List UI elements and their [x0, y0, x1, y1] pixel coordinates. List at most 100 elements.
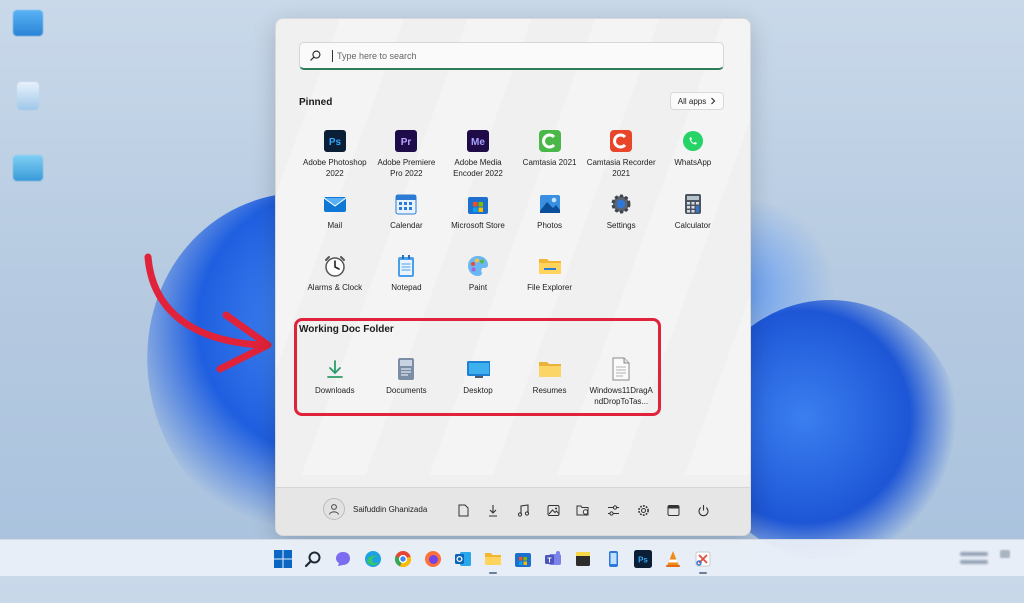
mail-icon — [323, 192, 347, 216]
taskbar-phone-button[interactable] — [600, 546, 626, 572]
search-box[interactable] — [299, 42, 724, 70]
taskbar-chrome-button[interactable] — [390, 546, 416, 572]
file-explorer-icon — [538, 254, 562, 278]
folder-item-downloads[interactable]: Downloads — [299, 357, 371, 407]
chat-icon — [336, 552, 350, 566]
app-label: Microsoft Store — [451, 220, 505, 230]
app-label: Notepad — [391, 283, 422, 292]
photoshop-icon: Ps — [323, 129, 347, 153]
app-label: Calendar — [390, 220, 423, 230]
app-label: Adobe Photoshop 2022 — [302, 158, 367, 178]
taskbar-firefox-button[interactable] — [420, 546, 446, 572]
taskbar-file-explorer-button[interactable] — [480, 546, 506, 574]
phone-link-icon — [609, 551, 618, 567]
taskbar-chat-button[interactable] — [330, 546, 356, 572]
camtasia-icon — [538, 129, 562, 153]
taskbar-outlook-button[interactable] — [450, 546, 476, 572]
pinned-app-mail[interactable]: Mail — [299, 192, 371, 255]
folder-item-label: Desktop — [463, 386, 493, 395]
pinned-app-calculator[interactable]: Calculator — [657, 192, 729, 255]
pinned-app-whatsapp[interactable]: WhatsApp — [657, 129, 729, 192]
store-icon — [515, 553, 531, 567]
desktop-icon-recycle-bin[interactable] — [8, 82, 48, 113]
folder-items-grid: Downloads Documents Desktop Resumes Wind… — [299, 357, 659, 407]
folder-item-windows11-file[interactable]: Windows11DragAndDropToTas... — [585, 357, 657, 407]
folder-item-desktop[interactable]: Desktop — [442, 357, 514, 407]
file-icon — [609, 357, 633, 381]
pictures-icon — [547, 504, 559, 516]
notepad-icon — [394, 254, 418, 278]
pinned-app-photoshop[interactable]: Ps Adobe Photoshop 2022 — [299, 129, 371, 192]
pinned-app-camtasia[interactable]: Camtasia 2021 — [514, 129, 586, 192]
personal-folder-button[interactable] — [568, 499, 598, 521]
pinned-app-paint[interactable]: Paint — [442, 254, 514, 317]
user-account-button[interactable]: Saifuddin Ghanizada — [323, 498, 427, 520]
downloads-shortcut-button[interactable] — [478, 499, 508, 521]
pinned-app-photos[interactable]: Photos — [514, 192, 586, 255]
taskbar-vlc-button[interactable] — [660, 546, 686, 572]
pinned-app-file-explorer[interactable]: File Explorer — [514, 254, 586, 317]
folder-item-label: Downloads — [315, 386, 355, 395]
pinned-title: Pinned — [299, 97, 333, 108]
pinned-app-microsoft-store[interactable]: Microsoft Store — [442, 192, 514, 255]
pinned-app-alarms-clock[interactable]: Alarms & Clock — [299, 254, 371, 317]
chevron-right-icon — [711, 97, 716, 105]
alarm-clock-icon — [323, 254, 347, 278]
taskbar-snipping-tool-button[interactable] — [690, 546, 716, 574]
start-button[interactable] — [270, 546, 296, 572]
app-label: Photos — [537, 220, 563, 230]
app-label: Alarms & Clock — [307, 283, 363, 292]
search-icon — [310, 50, 332, 61]
music-shortcut-button[interactable] — [508, 499, 538, 521]
taskbar: T Ps — [0, 539, 1024, 576]
pinned-app-media-encoder[interactable]: Me Adobe Media Encoder 2022 — [442, 129, 514, 192]
taskbar-photoshop-button[interactable]: Ps — [630, 546, 656, 572]
taskbar-sticky-notes-button[interactable] — [570, 546, 596, 572]
folder-item-resumes[interactable]: Resumes — [514, 357, 586, 407]
paint-icon — [466, 254, 490, 278]
documents-shortcut-button[interactable] — [448, 499, 478, 521]
documents-icon — [394, 357, 418, 381]
annotation-arrow-icon — [144, 253, 272, 373]
folder-item-documents[interactable]: Documents — [371, 357, 443, 407]
pinned-app-calendar[interactable]: Calendar — [371, 192, 443, 255]
folder-icon — [538, 357, 562, 381]
monitor-icon — [13, 10, 43, 36]
desktop-icon-control-panel[interactable] — [8, 155, 48, 184]
store-icon — [466, 192, 490, 216]
media-encoder-icon: Me — [466, 129, 490, 153]
recycle-bin-icon — [17, 82, 39, 110]
download-icon — [323, 357, 347, 381]
network-shortcut-button[interactable] — [598, 499, 628, 521]
calendar-icon — [394, 192, 418, 216]
explorer-icon — [667, 504, 679, 516]
folder-title: Working Doc Folder — [299, 324, 394, 335]
desktop-icon-this-pc[interactable] — [8, 10, 48, 39]
taskbar-search-button[interactable] — [300, 546, 326, 572]
pictures-shortcut-button[interactable] — [538, 499, 568, 521]
snipping-tool-icon — [695, 551, 711, 567]
pinned-app-notepad[interactable]: Notepad — [371, 254, 443, 317]
teams-icon: T — [545, 551, 561, 565]
app-label: Camtasia 2021 — [522, 158, 577, 167]
taskbar-store-button[interactable] — [510, 546, 536, 572]
app-label: Adobe Premiere Pro 2022 — [377, 158, 436, 178]
settings-shortcut-button[interactable] — [628, 499, 658, 521]
windows-logo-icon — [274, 550, 292, 568]
power-button[interactable] — [688, 499, 718, 521]
search-input[interactable] — [332, 49, 707, 62]
app-label: File Explorer — [527, 283, 573, 292]
file-explorer-shortcut-button[interactable] — [658, 499, 688, 521]
pinned-app-camtasia-recorder[interactable]: Camtasia Recorder 2021 — [585, 129, 657, 192]
system-clock[interactable] — [960, 548, 988, 568]
gear-icon — [637, 504, 649, 516]
folder-item-label: Documents — [386, 386, 427, 395]
taskbar-teams-button[interactable]: T — [540, 546, 566, 572]
pinned-app-settings[interactable]: Settings — [585, 192, 657, 255]
app-label: Adobe Media Encoder 2022 — [453, 158, 503, 178]
taskbar-edge-button[interactable] — [360, 546, 386, 572]
all-apps-button[interactable]: All apps — [670, 92, 724, 110]
pinned-app-premiere[interactable]: Pr Adobe Premiere Pro 2022 — [371, 129, 443, 192]
system-tray[interactable] — [1000, 550, 1010, 558]
folder-item-label: Windows11DragAndDropToTas... — [589, 386, 653, 406]
